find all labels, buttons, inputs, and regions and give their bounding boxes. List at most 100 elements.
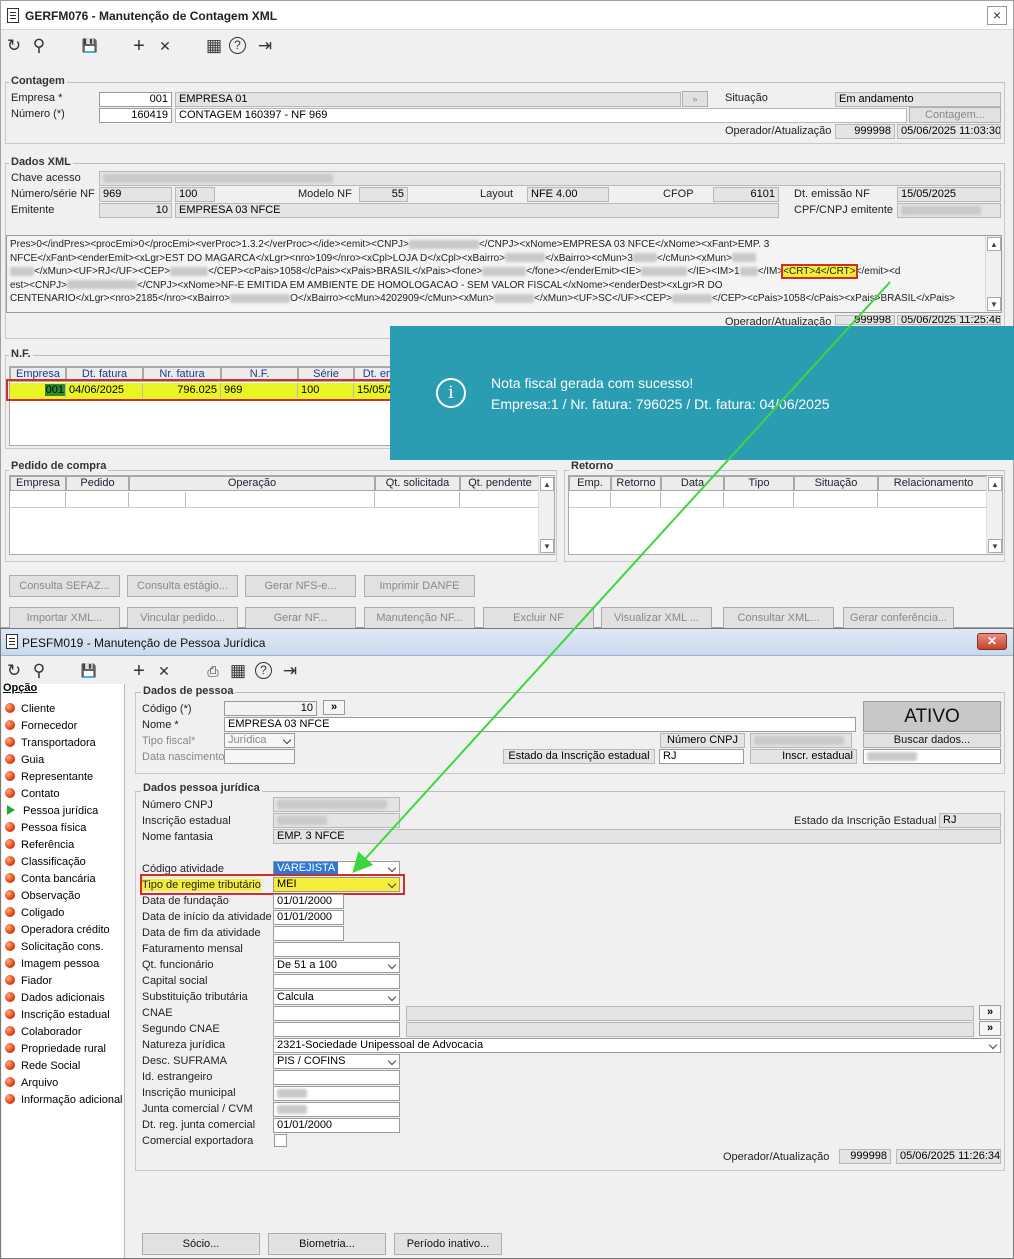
sidebar-item-solicitacao-cons[interactable]: Solicitação cons. <box>5 939 104 956</box>
close-button[interactable]: × <box>987 6 1007 25</box>
cnae-lookup-button[interactable]: » <box>979 1005 1001 1020</box>
retorno-header-emp[interactable]: Emp. <box>569 476 611 491</box>
close-button[interactable]: ✕ <box>977 633 1007 650</box>
empresa-code-field[interactable]: 001 <box>99 92 172 107</box>
capital-field[interactable] <box>273 974 400 989</box>
imprimir-danfe-button[interactable]: Imprimir DANFE <box>364 575 475 597</box>
contagem-button[interactable]: Contagem... <box>909 107 1001 123</box>
sidebar-item-guia[interactable]: Guia <box>5 752 44 769</box>
sidebar-item-classificacao[interactable]: Classificação <box>5 854 86 871</box>
sidebar-item-contato[interactable]: Contato <box>5 786 60 803</box>
retorno-header-retorno[interactable]: Retorno <box>611 476 661 491</box>
scroll-down-icon[interactable]: ▼ <box>987 297 1001 311</box>
sidebar-item-fornecedor[interactable]: Fornecedor <box>5 718 77 735</box>
sidebar-item-pessoa-fisica[interactable]: Pessoa física <box>5 820 86 837</box>
search-icon[interactable]: ⚲ <box>29 661 49 681</box>
pedido-scrollbar[interactable]: ▲ ▼ <box>538 476 554 554</box>
inscr-estadual-field[interactable] <box>863 749 1001 764</box>
codigo-field[interactable]: 10 <box>224 701 317 716</box>
sidebar-item-representante[interactable]: Representante <box>5 769 93 786</box>
retorno-header-tipo[interactable]: Tipo <box>724 476 794 491</box>
junta-field[interactable] <box>273 1102 400 1117</box>
socio-button[interactable]: Sócio... <box>142 1233 260 1255</box>
retorno-header-data[interactable]: Data <box>661 476 724 491</box>
excluir-nf-button[interactable]: Excluir NF <box>483 607 594 629</box>
natureza-select[interactable]: 2321-Sociedade Unipessoal de Advocacia <box>273 1038 1001 1053</box>
visualizar-xml-button[interactable]: Visualizar XML ... <box>601 607 712 629</box>
save-icon[interactable]: 💾 <box>79 661 99 681</box>
suframa-select[interactable]: PIS / COFINS <box>273 1054 400 1069</box>
pedido-header-pedido[interactable]: Pedido <box>66 476 129 491</box>
pedido-header-empresa[interactable]: Empresa <box>10 476 66 491</box>
sidebar-item-colaborador[interactable]: Colaborador <box>5 1024 82 1041</box>
subst-select[interactable]: Calcula <box>273 990 400 1005</box>
delete-icon[interactable]: ✕ <box>154 661 174 681</box>
add-icon[interactable]: + <box>129 36 149 56</box>
help-icon[interactable]: ? <box>229 37 246 54</box>
fim-field[interactable] <box>273 926 344 941</box>
consultar-xml-button[interactable]: Consultar XML... <box>723 607 834 629</box>
pedido-header-qtsolicitada[interactable]: Qt. solicitada <box>375 476 460 491</box>
print-icon[interactable]: ⎙ <box>203 661 223 681</box>
gerar-nfse-button[interactable]: Gerar NFS-e... <box>245 575 356 597</box>
dt-junta-field[interactable]: 01/01/2000 <box>273 1118 400 1133</box>
tipo-fiscal-select[interactable]: Jurídica <box>224 733 295 748</box>
scroll-down-icon[interactable]: ▼ <box>988 539 1002 553</box>
xml-scrollbar[interactable]: ▲ ▼ <box>985 236 1001 312</box>
estado-ie-field[interactable]: RJ <box>659 749 744 764</box>
sidebar-item-observacao[interactable]: Observação <box>5 888 80 905</box>
calendar-icon[interactable]: ▦ <box>228 661 248 681</box>
success-toast[interactable]: i Nota fiscal gerada com sucesso! Empres… <box>390 326 1014 460</box>
codigo-lookup-button[interactable]: » <box>323 700 345 715</box>
retorno-header-situacao[interactable]: Situação <box>794 476 878 491</box>
xml-content-box[interactable]: Pres>0</indPres><procEmi>0</procEmi><ver… <box>6 235 1002 313</box>
empresa-lookup-button[interactable]: » <box>682 91 708 107</box>
gerar-conferencia-button[interactable]: Gerar conferência... <box>843 607 954 629</box>
add-icon[interactable]: + <box>129 661 149 681</box>
exit-icon[interactable]: ⇥ <box>280 661 300 681</box>
sidebar-item-dados-adicionais[interactable]: Dados adicionais <box>5 990 105 1007</box>
qt-func-select[interactable]: De 51 a 100 <box>273 958 400 973</box>
save-icon[interactable]: 💾 <box>80 36 100 56</box>
gerar-nf-button[interactable]: Gerar NF... <box>245 607 356 629</box>
retorno-scrollbar[interactable]: ▲ ▼ <box>986 476 1002 554</box>
fundacao-field[interactable]: 01/01/2000 <box>273 894 344 909</box>
retorno-header-relacionamento[interactable]: Relacionamento <box>878 476 989 491</box>
sidebar-item-imagem-pessoa[interactable]: Imagem pessoa <box>5 956 99 973</box>
sidebar-item-inscricao-estadual[interactable]: Inscrição estadual <box>5 1007 110 1024</box>
pedido-header-operacao[interactable]: Operação <box>129 476 375 491</box>
consulta-sefaz-button[interactable]: Consulta SEFAZ... <box>9 575 120 597</box>
scroll-up-icon[interactable]: ▲ <box>987 237 1001 251</box>
segundo-cnae-lookup-button[interactable]: » <box>979 1021 1001 1036</box>
sidebar-item-fiador[interactable]: Fiador <box>5 973 52 990</box>
numero-code-field[interactable]: 160419 <box>99 108 172 123</box>
table-row[interactable] <box>569 492 989 508</box>
vincular-pedido-button[interactable]: Vincular pedido... <box>127 607 238 629</box>
scroll-down-icon[interactable]: ▼ <box>540 539 554 553</box>
scroll-up-icon[interactable]: ▲ <box>540 477 554 491</box>
calendar-icon[interactable]: ▦ <box>204 36 224 56</box>
pedido-header-qtpendente[interactable]: Qt. pendente <box>460 476 540 491</box>
consulta-estagio-button[interactable]: Consulta estágio... <box>127 575 238 597</box>
insc-municipal-field[interactable] <box>273 1086 400 1101</box>
help-icon[interactable]: ? <box>255 662 272 679</box>
sidebar-item-operadora-credito[interactable]: Operadora crédito <box>5 922 110 939</box>
refresh-icon[interactable]: ↻ <box>4 661 24 681</box>
segundo-cnae-field[interactable] <box>273 1022 400 1037</box>
data-nascimento-field[interactable] <box>224 749 295 764</box>
manutencao-nf-button[interactable]: Manutenção NF... <box>364 607 475 629</box>
exportadora-checkbox[interactable] <box>274 1134 287 1147</box>
cnae-field[interactable] <box>273 1006 400 1021</box>
sidebar-item-rede-social[interactable]: Rede Social <box>5 1058 80 1075</box>
buscar-dados-button[interactable]: Buscar dados... <box>863 733 1001 748</box>
importar-xml-button[interactable]: Importar XML... <box>9 607 120 629</box>
sidebar-item-pessoa-juridica[interactable]: Pessoa jurídica <box>5 803 98 820</box>
sidebar-item-cliente[interactable]: Cliente <box>5 701 55 718</box>
periodo-inativo-button[interactable]: Período inativo... <box>394 1233 502 1255</box>
scroll-up-icon[interactable]: ▲ <box>988 477 1002 491</box>
search-icon[interactable]: ⚲ <box>29 36 49 56</box>
sidebar-item-transportadora[interactable]: Transportadora <box>5 735 96 752</box>
sidebar-item-informacao-adicional[interactable]: Informação adicional <box>5 1092 123 1109</box>
sidebar-item-referencia[interactable]: Referência <box>5 837 74 854</box>
table-row[interactable] <box>10 492 540 508</box>
